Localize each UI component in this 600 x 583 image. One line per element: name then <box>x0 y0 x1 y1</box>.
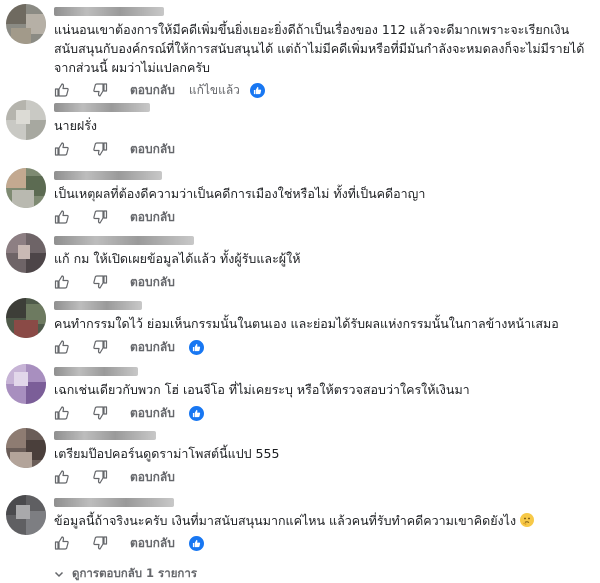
thumbs-down-icon[interactable] <box>92 339 108 355</box>
comment-text: คนทำกรรมใดไว้ ย่อมเห็นกรรมนั้นในตนเอง แล… <box>54 316 559 331</box>
thumbs-up-icon[interactable] <box>54 209 70 225</box>
thumbs-down-icon[interactable] <box>92 141 108 157</box>
commenter-name[interactable] <box>54 171 162 180</box>
avatar[interactable] <box>6 364 46 404</box>
comment-text: ข้อมูลนี้ถ้าจริงนะครับ เงินที่มาสนับสนุน… <box>54 511 590 530</box>
view-replies-label: ดูการตอบกลับ 1 รายการ <box>72 566 198 580</box>
chevron-down-icon <box>54 569 64 579</box>
comment-text: นายฝรั่ง <box>54 118 98 133</box>
like-reaction-icon[interactable] <box>188 405 204 421</box>
comment-text: แน่นอนเขาต้องการให้มีคดีเพิ่มขึ้นยิ่งเยอ… <box>54 22 585 75</box>
thumbs-up-icon[interactable] <box>54 274 70 290</box>
avatar[interactable] <box>6 495 46 535</box>
commenter-name[interactable] <box>54 498 174 507</box>
view-replies-link[interactable]: ดูการตอบกลับ 1 รายการ <box>54 565 197 583</box>
commenter-name[interactable] <box>54 236 194 245</box>
comment-text: เตรียมป๊อปคอร์นดูดราม่าโพสต์นี้แปป 555 <box>54 446 280 461</box>
like-reaction-icon[interactable] <box>188 339 204 355</box>
reply-button[interactable]: ตอบกลับ <box>130 404 175 423</box>
commenter-name[interactable] <box>54 103 150 112</box>
avatar[interactable] <box>6 428 46 468</box>
reply-button[interactable]: ตอบกลับ <box>130 534 175 553</box>
like-reaction-icon[interactable] <box>249 82 265 98</box>
thumbs-up-icon[interactable] <box>54 82 70 98</box>
commenter-name[interactable] <box>54 301 142 310</box>
thumbs-up-icon[interactable] <box>54 339 70 355</box>
thinking-face-emoji <box>520 513 535 527</box>
reply-button[interactable]: ตอบกลับ <box>130 468 175 487</box>
reply-button[interactable]: ตอบกลับ <box>130 273 175 292</box>
like-reaction-icon[interactable] <box>188 535 204 551</box>
avatar[interactable] <box>6 168 46 208</box>
thumbs-down-icon[interactable] <box>92 405 108 421</box>
edited-label: แก้ไขแล้ว <box>188 82 240 97</box>
reply-button[interactable]: ตอบกลับ <box>130 208 175 227</box>
avatar[interactable] <box>6 100 46 140</box>
thumbs-down-icon[interactable] <box>92 82 108 98</box>
thumbs-up-icon[interactable] <box>54 141 70 157</box>
comment-text: เป็นเหตุผลที่ต้องดีความว่าเป็นคดีการเมือ… <box>54 186 426 201</box>
comment-text: เฉกเช่นเดียวกับพวก โฮ่ เอนจีโอ ที่ไม่เคย… <box>54 382 470 397</box>
avatar[interactable] <box>6 233 46 273</box>
reply-button[interactable]: ตอบกลับ <box>130 338 175 357</box>
thumbs-up-icon[interactable] <box>54 405 70 421</box>
reply-button[interactable]: ตอบกลับ <box>130 81 175 100</box>
thumbs-down-icon[interactable] <box>92 469 108 485</box>
comment-text: แก้ กม ให้เปิดเผยข้อมูลได้แล้ว ทั้งผู้รั… <box>54 251 301 266</box>
thumbs-up-icon[interactable] <box>54 469 70 485</box>
thumbs-up-icon[interactable] <box>54 535 70 551</box>
reply-button[interactable]: ตอบกลับ <box>130 140 175 159</box>
avatar[interactable] <box>6 298 46 338</box>
commenter-name[interactable] <box>54 367 138 376</box>
commenter-name[interactable] <box>54 431 156 440</box>
thumbs-down-icon[interactable] <box>92 209 108 225</box>
avatar[interactable] <box>6 4 46 44</box>
thumbs-down-icon[interactable] <box>92 274 108 290</box>
thumbs-down-icon[interactable] <box>92 535 108 551</box>
commenter-name[interactable] <box>54 7 164 16</box>
comment-text-body: ข้อมูลนี้ถ้าจริงนะครับ เงินที่มาสนับสนุน… <box>54 513 517 528</box>
